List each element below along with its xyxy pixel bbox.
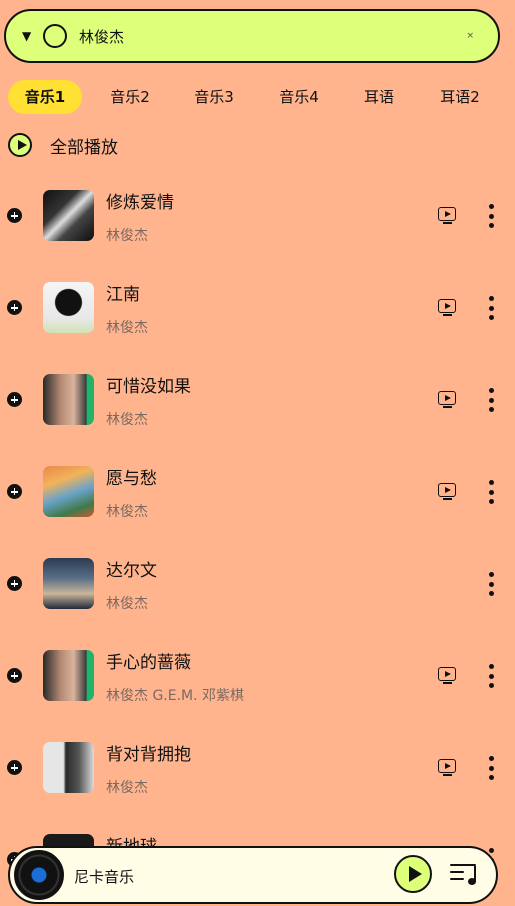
tab-music-3[interactable]: 音乐3 [177,80,251,114]
mv-video-icon[interactable] [438,391,456,408]
more-vertical-icon[interactable] [489,756,494,780]
album-cover [43,558,94,609]
play-button[interactable] [394,855,432,893]
close-icon[interactable]: × [466,31,474,41]
more-vertical-icon[interactable] [489,480,494,504]
mv-video-icon[interactable] [438,207,456,224]
song-artist: 林俊杰 [106,780,148,796]
play-all-label: 全部播放 [50,137,118,158]
tab-whisper-2[interactable]: 耳语2 [424,80,496,114]
add-circle-icon[interactable] [7,392,22,407]
add-circle-icon[interactable] [7,576,22,591]
song-artist: 林俊杰 [106,320,148,336]
more-vertical-icon[interactable] [489,664,494,688]
mv-video-icon[interactable] [438,667,456,684]
more-vertical-icon[interactable] [489,296,494,320]
tab-bar: 音乐1 音乐2 音乐3 音乐4 耳语 耳语2 [0,80,515,114]
mv-video-icon[interactable] [438,483,456,500]
song-row[interactable]: 背对背拥抱 林俊杰 [0,722,515,814]
circle-icon [43,24,67,48]
song-artist: 林俊杰 [106,596,148,612]
song-title: 达尔文 [106,561,157,581]
song-title: 手心的蔷薇 [106,653,191,673]
more-vertical-icon[interactable] [489,204,494,228]
album-cover [43,374,94,425]
add-circle-icon[interactable] [7,300,22,315]
song-title: 修炼爱情 [106,193,174,213]
song-row[interactable]: 修炼爱情 林俊杰 [0,170,515,262]
tab-music-2[interactable]: 音乐2 [93,80,167,114]
vinyl-disc-icon[interactable] [14,850,64,900]
song-title: 可惜没如果 [106,377,191,397]
mini-player[interactable]: 尼卡音乐 [8,846,498,904]
playlist-icon[interactable] [450,862,480,886]
song-artist: 林俊杰 G.E.M. 邓紫棋 [106,688,245,704]
song-artist: 林俊杰 [106,504,148,520]
song-title: 愿与愁 [106,469,157,489]
add-circle-icon[interactable] [7,668,22,683]
tab-music-4[interactable]: 音乐4 [262,80,336,114]
album-cover [43,650,94,701]
song-row[interactable]: 江南 林俊杰 [0,262,515,354]
album-cover [43,282,94,333]
player-title: 尼卡音乐 [74,868,135,886]
tab-whisper[interactable]: 耳语 [345,80,413,114]
search-bar[interactable]: ▼ 林俊杰 × [4,9,500,63]
more-vertical-icon[interactable] [489,572,494,596]
album-cover [43,742,94,793]
album-cover [43,466,94,517]
more-vertical-icon[interactable] [489,388,494,412]
album-cover [43,190,94,241]
song-row[interactable]: 愿与愁 林俊杰 [0,446,515,538]
song-row[interactable]: 手心的蔷薇 林俊杰 G.E.M. 邓紫棋 [0,630,515,722]
tab-music-1[interactable]: 音乐1 [8,80,82,114]
mv-video-icon[interactable] [438,299,456,316]
song-artist: 林俊杰 [106,228,148,244]
add-circle-icon[interactable] [7,484,22,499]
dropdown-triangle-icon[interactable]: ▼ [22,29,34,43]
song-title: 背对背拥抱 [106,745,191,765]
add-circle-icon[interactable] [7,208,22,223]
song-row[interactable]: 可惜没如果 林俊杰 [0,354,515,446]
song-artist: 林俊杰 [106,412,148,428]
play-all-button[interactable]: 全部播放 [8,130,118,160]
song-row[interactable]: 达尔文 林俊杰 [0,538,515,630]
search-input[interactable]: 林俊杰 [79,26,466,47]
song-title: 江南 [106,285,140,305]
mv-video-icon[interactable] [438,759,456,776]
add-circle-icon[interactable] [7,760,22,775]
play-icon [8,133,32,157]
